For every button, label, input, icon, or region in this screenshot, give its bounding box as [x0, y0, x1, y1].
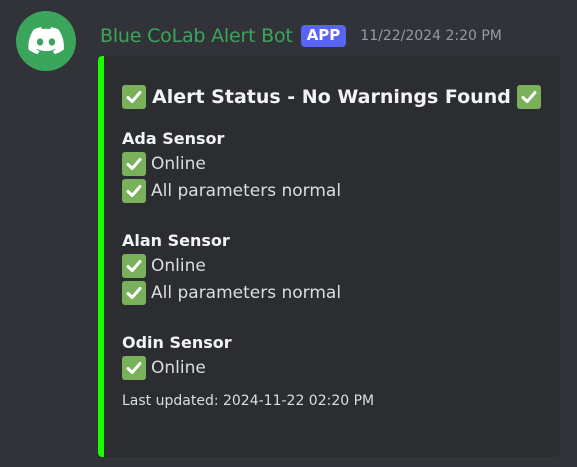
- status-line: All parameters normal: [122, 177, 548, 204]
- discord-logo-icon: [28, 27, 64, 55]
- status-text: Online: [151, 357, 206, 378]
- sensor-name: Odin Sensor: [122, 333, 232, 352]
- sensor-field-ada: Ada Sensor Online All parameters normal: [122, 128, 548, 204]
- status-line: All parameters normal: [122, 279, 548, 306]
- embed-body: Alert Status - No Warnings Found Ada Sen…: [122, 82, 548, 409]
- bot-avatar[interactable]: [16, 11, 76, 71]
- check-mark-icon: [122, 85, 146, 109]
- check-mark-icon: [516, 85, 541, 109]
- status-text: Online: [151, 153, 206, 174]
- embed-title: Alert Status - No Warnings Found: [122, 82, 548, 112]
- sensor-name: Ada Sensor: [122, 129, 225, 148]
- status-line: Online: [122, 252, 548, 279]
- chat-message: Blue CoLab Alert Bot APP 11/22/2024 2:20…: [0, 0, 577, 467]
- bot-username[interactable]: Blue CoLab Alert Bot: [100, 25, 293, 47]
- sensor-name: Alan Sensor: [122, 231, 230, 250]
- check-mark-icon: [122, 151, 146, 176]
- message-timestamp[interactable]: 11/22/2024 2:20 PM: [360, 28, 502, 44]
- status-text: All parameters normal: [151, 282, 342, 303]
- check-mark-icon: [122, 355, 146, 380]
- alert-embed: Alert Status - No Warnings Found Ada Sen…: [98, 56, 560, 457]
- check-mark-icon: [122, 253, 146, 278]
- sensor-field-odin: Odin Sensor Online: [122, 332, 548, 381]
- embed-accent-bar: [98, 56, 104, 457]
- status-line: Online: [122, 354, 548, 381]
- app-badge: APP: [300, 25, 347, 47]
- embed-footer: Last updated: 2024-11-22 02:20 PM: [122, 393, 375, 409]
- message-header: Blue CoLab Alert Bot APP 11/22/2024 2:20…: [100, 22, 502, 50]
- status-text: All parameters normal: [151, 180, 342, 201]
- check-mark-icon: [122, 280, 146, 305]
- embed-title-text: Alert Status - No Warnings Found: [152, 86, 511, 108]
- status-text: Online: [151, 255, 206, 276]
- status-line: Online: [122, 150, 548, 177]
- sensor-field-alan: Alan Sensor Online All parameters normal: [122, 230, 548, 306]
- check-mark-icon: [122, 178, 146, 203]
